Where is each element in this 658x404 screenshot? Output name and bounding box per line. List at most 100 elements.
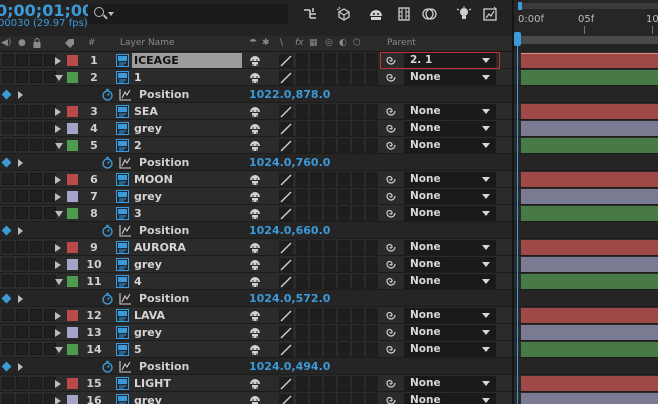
quality-switch[interactable] xyxy=(279,275,293,289)
parent-dropdown[interactable]: None xyxy=(404,172,496,187)
shy-icon[interactable] xyxy=(248,241,262,254)
label-color-swatch[interactable] xyxy=(67,72,78,83)
shy-icon[interactable] xyxy=(248,394,262,404)
property-value[interactable]: 1024.0,660.0 xyxy=(249,224,330,237)
layer-name[interactable]: MOON xyxy=(134,173,173,186)
layer-switch-solo[interactable] xyxy=(30,207,42,219)
layer-switch-cell[interactable] xyxy=(310,325,322,340)
pick-whip-icon[interactable] xyxy=(385,309,397,321)
shy-icon[interactable] xyxy=(248,173,262,186)
layer-switch-solo[interactable] xyxy=(30,71,42,83)
quality-switch[interactable] xyxy=(279,190,293,204)
layer-switch-audio[interactable] xyxy=(16,394,28,404)
layer-switch-solo[interactable] xyxy=(30,394,42,404)
layer-switch-solo[interactable] xyxy=(30,326,42,338)
quality-switch[interactable] xyxy=(279,54,293,68)
layer-duration-bar[interactable] xyxy=(521,172,658,187)
layer-name[interactable]: AURORA xyxy=(134,241,186,254)
keyframe-navigator-icon[interactable] xyxy=(1,157,12,168)
layer-switch-cell[interactable] xyxy=(296,257,308,272)
quality-switch[interactable] xyxy=(279,326,293,340)
adjustment-column-icon[interactable]: ◐ xyxy=(339,38,347,48)
layer-switch-cell[interactable] xyxy=(338,172,350,187)
quality-switch[interactable] xyxy=(279,71,293,85)
layer-switch-cell[interactable] xyxy=(338,121,350,136)
label-color-swatch[interactable] xyxy=(67,55,78,66)
stopwatch-icon[interactable] xyxy=(101,360,114,373)
layer-switch-cell[interactable] xyxy=(296,240,308,255)
chevron-down-icon[interactable] xyxy=(55,75,63,81)
quality-switch[interactable] xyxy=(279,139,293,153)
layer-name[interactable]: grey xyxy=(134,326,162,339)
layer-switch-audio[interactable] xyxy=(16,139,28,151)
layer-switch-cell[interactable] xyxy=(324,189,336,204)
shy-icon[interactable] xyxy=(248,122,262,135)
graph-icon[interactable] xyxy=(119,88,132,101)
layer-switch-cell[interactable] xyxy=(366,257,378,272)
chevron-right-icon[interactable] xyxy=(55,312,61,320)
column-parent[interactable]: Parent xyxy=(387,38,416,48)
label-color-swatch[interactable] xyxy=(67,140,78,151)
quality-switch[interactable] xyxy=(279,241,293,255)
layer-duration-bar[interactable] xyxy=(521,121,658,136)
pick-whip-icon[interactable] xyxy=(385,241,397,253)
layer-switch-cell[interactable] xyxy=(338,240,350,255)
layer-duration-bar[interactable] xyxy=(521,376,658,391)
layer-switch-cell[interactable] xyxy=(324,70,336,85)
chevron-right-icon[interactable] xyxy=(18,159,23,167)
layer-switch-solo[interactable] xyxy=(30,190,42,202)
layer-name[interactable]: ICEAGE xyxy=(132,53,242,68)
work-area-bar[interactable] xyxy=(518,36,658,44)
layer-switch-solo[interactable] xyxy=(30,309,42,321)
layer-switch-audio[interactable] xyxy=(16,275,28,287)
layer-duration-bar[interactable] xyxy=(521,257,658,272)
layer-switch-solo[interactable] xyxy=(30,241,42,253)
layer-duration-bar[interactable] xyxy=(521,206,658,221)
layer-row[interactable]: 12 LAVA None xyxy=(0,307,512,324)
parent-dropdown[interactable]: None xyxy=(404,393,496,404)
stopwatch-icon[interactable] xyxy=(101,292,114,305)
layer-switch-cell[interactable] xyxy=(310,393,322,404)
layer-name[interactable]: 4 xyxy=(134,275,142,288)
layer-name[interactable]: 1 xyxy=(134,71,142,84)
layer-switch-audio[interactable] xyxy=(16,122,28,134)
quality-switch[interactable] xyxy=(279,207,293,221)
pick-whip-icon[interactable] xyxy=(385,190,397,202)
layer-switch-cell[interactable] xyxy=(366,121,378,136)
parent-dropdown[interactable]: None xyxy=(404,376,496,391)
label-color-swatch[interactable] xyxy=(67,106,78,117)
layer-switch-cell[interactable] xyxy=(324,138,336,153)
quality-switch[interactable] xyxy=(279,343,293,357)
label-color-swatch[interactable] xyxy=(67,191,78,202)
label-color-swatch[interactable] xyxy=(67,242,78,253)
pick-whip-icon[interactable] xyxy=(385,394,397,404)
graph-icon[interactable] xyxy=(119,224,132,237)
pick-whip-icon[interactable] xyxy=(385,258,397,270)
quality-switch[interactable] xyxy=(279,105,293,119)
layer-row[interactable]: 9 AURORA None xyxy=(0,239,512,256)
shy-icon[interactable] xyxy=(248,71,262,84)
navigator-start-handle[interactable] xyxy=(518,2,522,10)
layer-switch-cell[interactable] xyxy=(338,376,350,391)
parent-dropdown[interactable]: None xyxy=(404,104,496,119)
layer-switch-video[interactable] xyxy=(2,258,14,270)
layer-switch-audio[interactable] xyxy=(16,71,28,83)
layer-switch-cell[interactable] xyxy=(296,308,308,323)
layer-switch-audio[interactable] xyxy=(16,190,28,202)
quality-switch[interactable] xyxy=(279,122,293,136)
layer-switch-cell[interactable] xyxy=(352,240,364,255)
layer-name[interactable]: grey xyxy=(134,190,162,203)
graph-icon[interactable] xyxy=(119,360,132,373)
layer-duration-bar[interactable] xyxy=(521,53,658,68)
shy-icon[interactable] xyxy=(248,343,262,356)
keyframe-navigator-icon[interactable] xyxy=(1,293,12,304)
layer-switch-cell[interactable] xyxy=(338,342,350,357)
chevron-down-icon[interactable] xyxy=(55,211,63,217)
layer-duration-bar[interactable] xyxy=(521,240,658,255)
label-color-swatch[interactable] xyxy=(67,276,78,287)
layer-switch-cell[interactable] xyxy=(310,308,322,323)
layer-switch-cell[interactable] xyxy=(310,121,322,136)
layer-switch-cell[interactable] xyxy=(324,393,336,404)
layer-switch-cell[interactable] xyxy=(352,206,364,221)
layer-duration-bar[interactable] xyxy=(521,104,658,119)
